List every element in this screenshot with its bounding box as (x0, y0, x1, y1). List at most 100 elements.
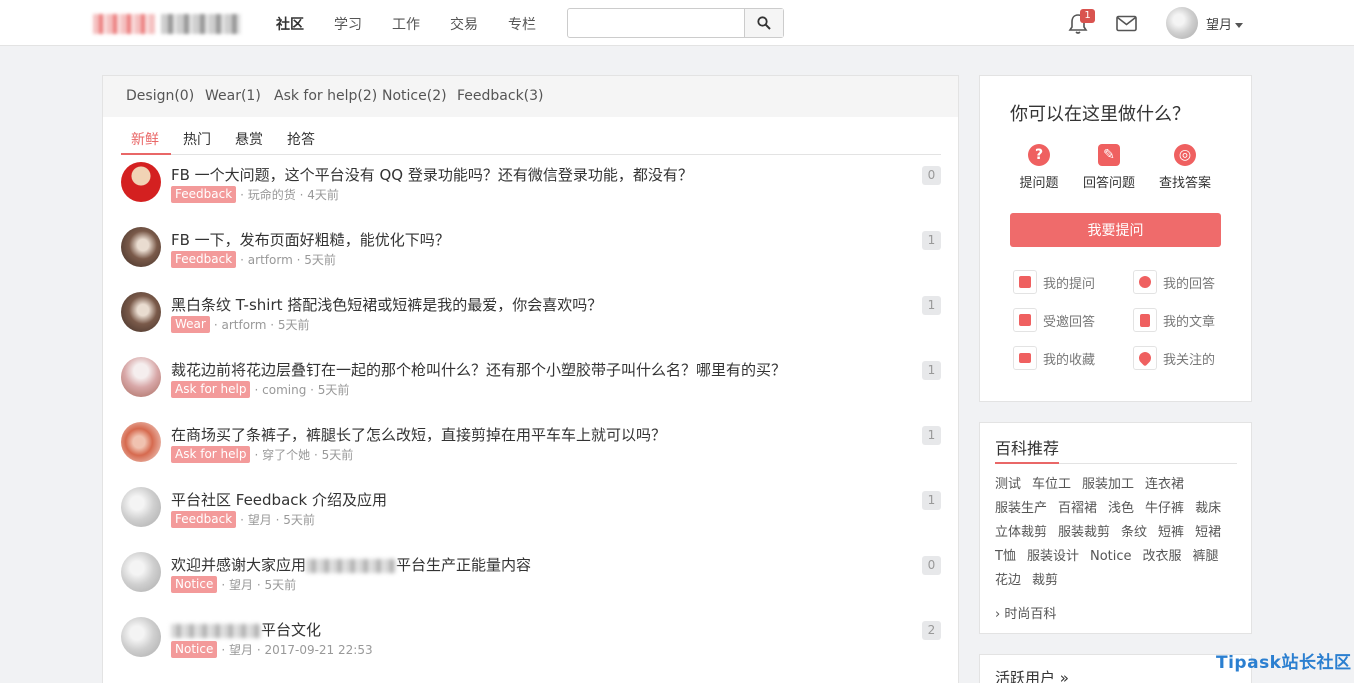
wiki-tag[interactable]: 服装生产 (995, 497, 1047, 521)
avatar[interactable] (121, 487, 161, 527)
question-title[interactable]: 黑白条纹 T-shirt 搭配浅色短裙或短裤是我的最爱，你会喜欢吗？ (171, 294, 602, 315)
wiki-tag[interactable]: 裁剪 (1032, 569, 1058, 593)
fashion-wiki-link[interactable]: › 时尚百科 (995, 603, 1056, 622)
tab-hot[interactable]: 热门 (183, 129, 211, 149)
active-tab-indicator (121, 153, 171, 155)
wiki-tag[interactable]: 裤腿 (1193, 545, 1219, 569)
question-author[interactable]: 玩命的货 (248, 186, 296, 203)
category-feedback[interactable]: Feedback(3) (457, 88, 544, 104)
wiki-tag[interactable]: 花边 (995, 569, 1021, 593)
wiki-tag[interactable]: T恤 (995, 545, 1016, 569)
nav-item-learn[interactable]: 学习 (334, 14, 362, 34)
avatar[interactable] (121, 357, 161, 397)
wiki-tag[interactable]: 短裤 (1158, 521, 1184, 545)
heart-icon (1133, 346, 1157, 370)
ask-question-button[interactable]: 我要提问 (1010, 213, 1221, 247)
user-avatar[interactable] (1166, 7, 1198, 39)
search-button[interactable] (744, 9, 783, 37)
question-tag[interactable]: Notice (171, 576, 218, 593)
envelope-open-icon (1013, 308, 1037, 332)
nav-item-column[interactable]: 专栏 (508, 14, 536, 34)
tab-bounty[interactable]: 悬赏 (235, 129, 263, 149)
category-wear[interactable]: Wear(1) (205, 88, 261, 104)
my-answers-link[interactable]: 我的回答 (1133, 270, 1215, 294)
question-title[interactable]: 欢迎并感谢大家应用 平台生产正能量内容 (171, 554, 531, 575)
my-following-link[interactable]: 我关注的 (1133, 346, 1215, 370)
category-design[interactable]: Design(0) (126, 88, 194, 104)
wiki-tag[interactable]: 立体裁剪 (995, 521, 1047, 545)
question-author[interactable]: 穿了个她 (262, 446, 310, 463)
wiki-tag[interactable]: 改衣服 (1143, 545, 1182, 569)
wiki-tag[interactable]: 连衣裙 (1145, 473, 1184, 497)
question-tag[interactable]: Ask for help (171, 446, 251, 463)
question-item: 黑白条纹 T-shirt 搭配浅色短裙或短裤是我的最爱，你会喜欢吗？ Wear ·… (121, 292, 941, 352)
question-author[interactable]: 望月 (229, 576, 253, 593)
wiki-tag[interactable]: 百褶裙 (1058, 497, 1097, 521)
my-questions-link[interactable]: 我的提问 (1013, 270, 1095, 294)
avatar[interactable] (121, 617, 161, 657)
wiki-tag[interactable]: 服装加工 (1082, 473, 1134, 497)
nav-item-trade[interactable]: 交易 (450, 14, 478, 34)
site-logo[interactable] (93, 12, 241, 36)
question-item: FB 一下，发布页面好粗糙，能优化下吗？ Feedback · artform ·… (121, 227, 941, 287)
question-tag[interactable]: Notice (171, 641, 218, 658)
question-title[interactable]: 平台文化 (171, 619, 321, 640)
redacted-text (306, 558, 397, 573)
question-tag[interactable]: Feedback (171, 511, 237, 528)
question-time: 4天前 (307, 188, 339, 202)
category-notice[interactable]: Notice(2) (382, 88, 447, 104)
invited-answers-link[interactable]: 受邀回答 (1013, 308, 1095, 332)
question-title[interactable]: FB 一下，发布页面好粗糙，能优化下吗？ (171, 229, 450, 250)
wiki-tag[interactable]: 浅色 (1108, 497, 1134, 521)
active-users-title[interactable]: 活跃用户 » (995, 667, 1069, 683)
book-icon (1013, 270, 1037, 294)
search-input[interactable] (568, 9, 745, 37)
question-author[interactable]: artform (248, 253, 293, 267)
avatar[interactable] (121, 292, 161, 332)
avatar[interactable] (121, 227, 161, 267)
redacted-text (171, 623, 261, 638)
question-time: 5天前 (321, 448, 354, 462)
action-ask[interactable]: ? 提问题 (999, 144, 1079, 191)
tab-new[interactable]: 新鲜 (131, 129, 159, 149)
wiki-tag[interactable]: Notice (1090, 545, 1132, 569)
action-answer[interactable]: ✎ 回答问题 (1069, 144, 1149, 191)
question-author[interactable]: 望月 (229, 641, 253, 658)
question-title[interactable]: 在商场买了条裤子，裤腿长了怎么改短，直接剪掉在用平车车上就可以吗？ (171, 424, 666, 445)
question-title[interactable]: 平台社区 Feedback 介绍及应用 (171, 489, 387, 510)
tab-quick-answer[interactable]: 抢答 (287, 129, 315, 149)
question-item: 欢迎并感谢大家应用 平台生产正能量内容 Notice · 望月 · 5天前 0 (121, 552, 941, 612)
user-menu[interactable]: 望月 (1206, 14, 1244, 33)
nav-item-community[interactable]: 社区 (276, 14, 304, 34)
question-author[interactable]: 望月 (248, 511, 272, 528)
action-find-answer[interactable]: ◎ 查找答案 (1145, 144, 1225, 191)
question-title[interactable]: FB 一个大问题，这个平台没有 QQ 登录功能吗？还有微信登录功能，都没有？ (171, 164, 693, 185)
search-box (567, 8, 784, 38)
question-title[interactable]: 裁花边前将花边层叠钉在一起的那个枪叫什么？还有那个小塑胶带子叫什么名？哪里有的买… (171, 359, 786, 380)
answer-count: 1 (922, 491, 941, 510)
mail-icon[interactable] (1116, 15, 1137, 32)
avatar[interactable] (121, 552, 161, 592)
wiki-tag[interactable]: 测试 (995, 473, 1021, 497)
nav-item-work[interactable]: 工作 (392, 14, 420, 34)
avatar[interactable] (121, 162, 161, 202)
wiki-tag[interactable]: 服装裁剪 (1058, 521, 1110, 545)
wiki-tag[interactable]: 短裙 (1195, 521, 1221, 545)
question-tag[interactable]: Ask for help (171, 381, 251, 398)
question-tag[interactable]: Feedback (171, 251, 237, 268)
my-favorites-link[interactable]: 我的收藏 (1013, 346, 1095, 370)
avatar[interactable] (121, 422, 161, 462)
wiki-tag[interactable]: 服装设计 (1027, 545, 1079, 569)
question-author[interactable]: artform (221, 318, 266, 332)
wiki-tag[interactable]: 裁床 (1195, 497, 1221, 521)
wiki-tag[interactable]: 牛仔裤 (1145, 497, 1184, 521)
question-author[interactable]: coming (262, 383, 306, 397)
wiki-tag[interactable]: 条纹 (1121, 521, 1147, 545)
question-tag[interactable]: Feedback (171, 186, 237, 203)
question-time: 2017-09-21 22:53 (264, 642, 373, 657)
wiki-tag[interactable]: 车位工 (1032, 473, 1071, 497)
question-tag[interactable]: Wear (171, 316, 210, 333)
category-ask-for-help[interactable]: Ask for help(2) (274, 88, 377, 104)
my-articles-link[interactable]: 我的文章 (1133, 308, 1215, 332)
help-card-title: 你可以在这里做什么？ (1010, 104, 1190, 125)
